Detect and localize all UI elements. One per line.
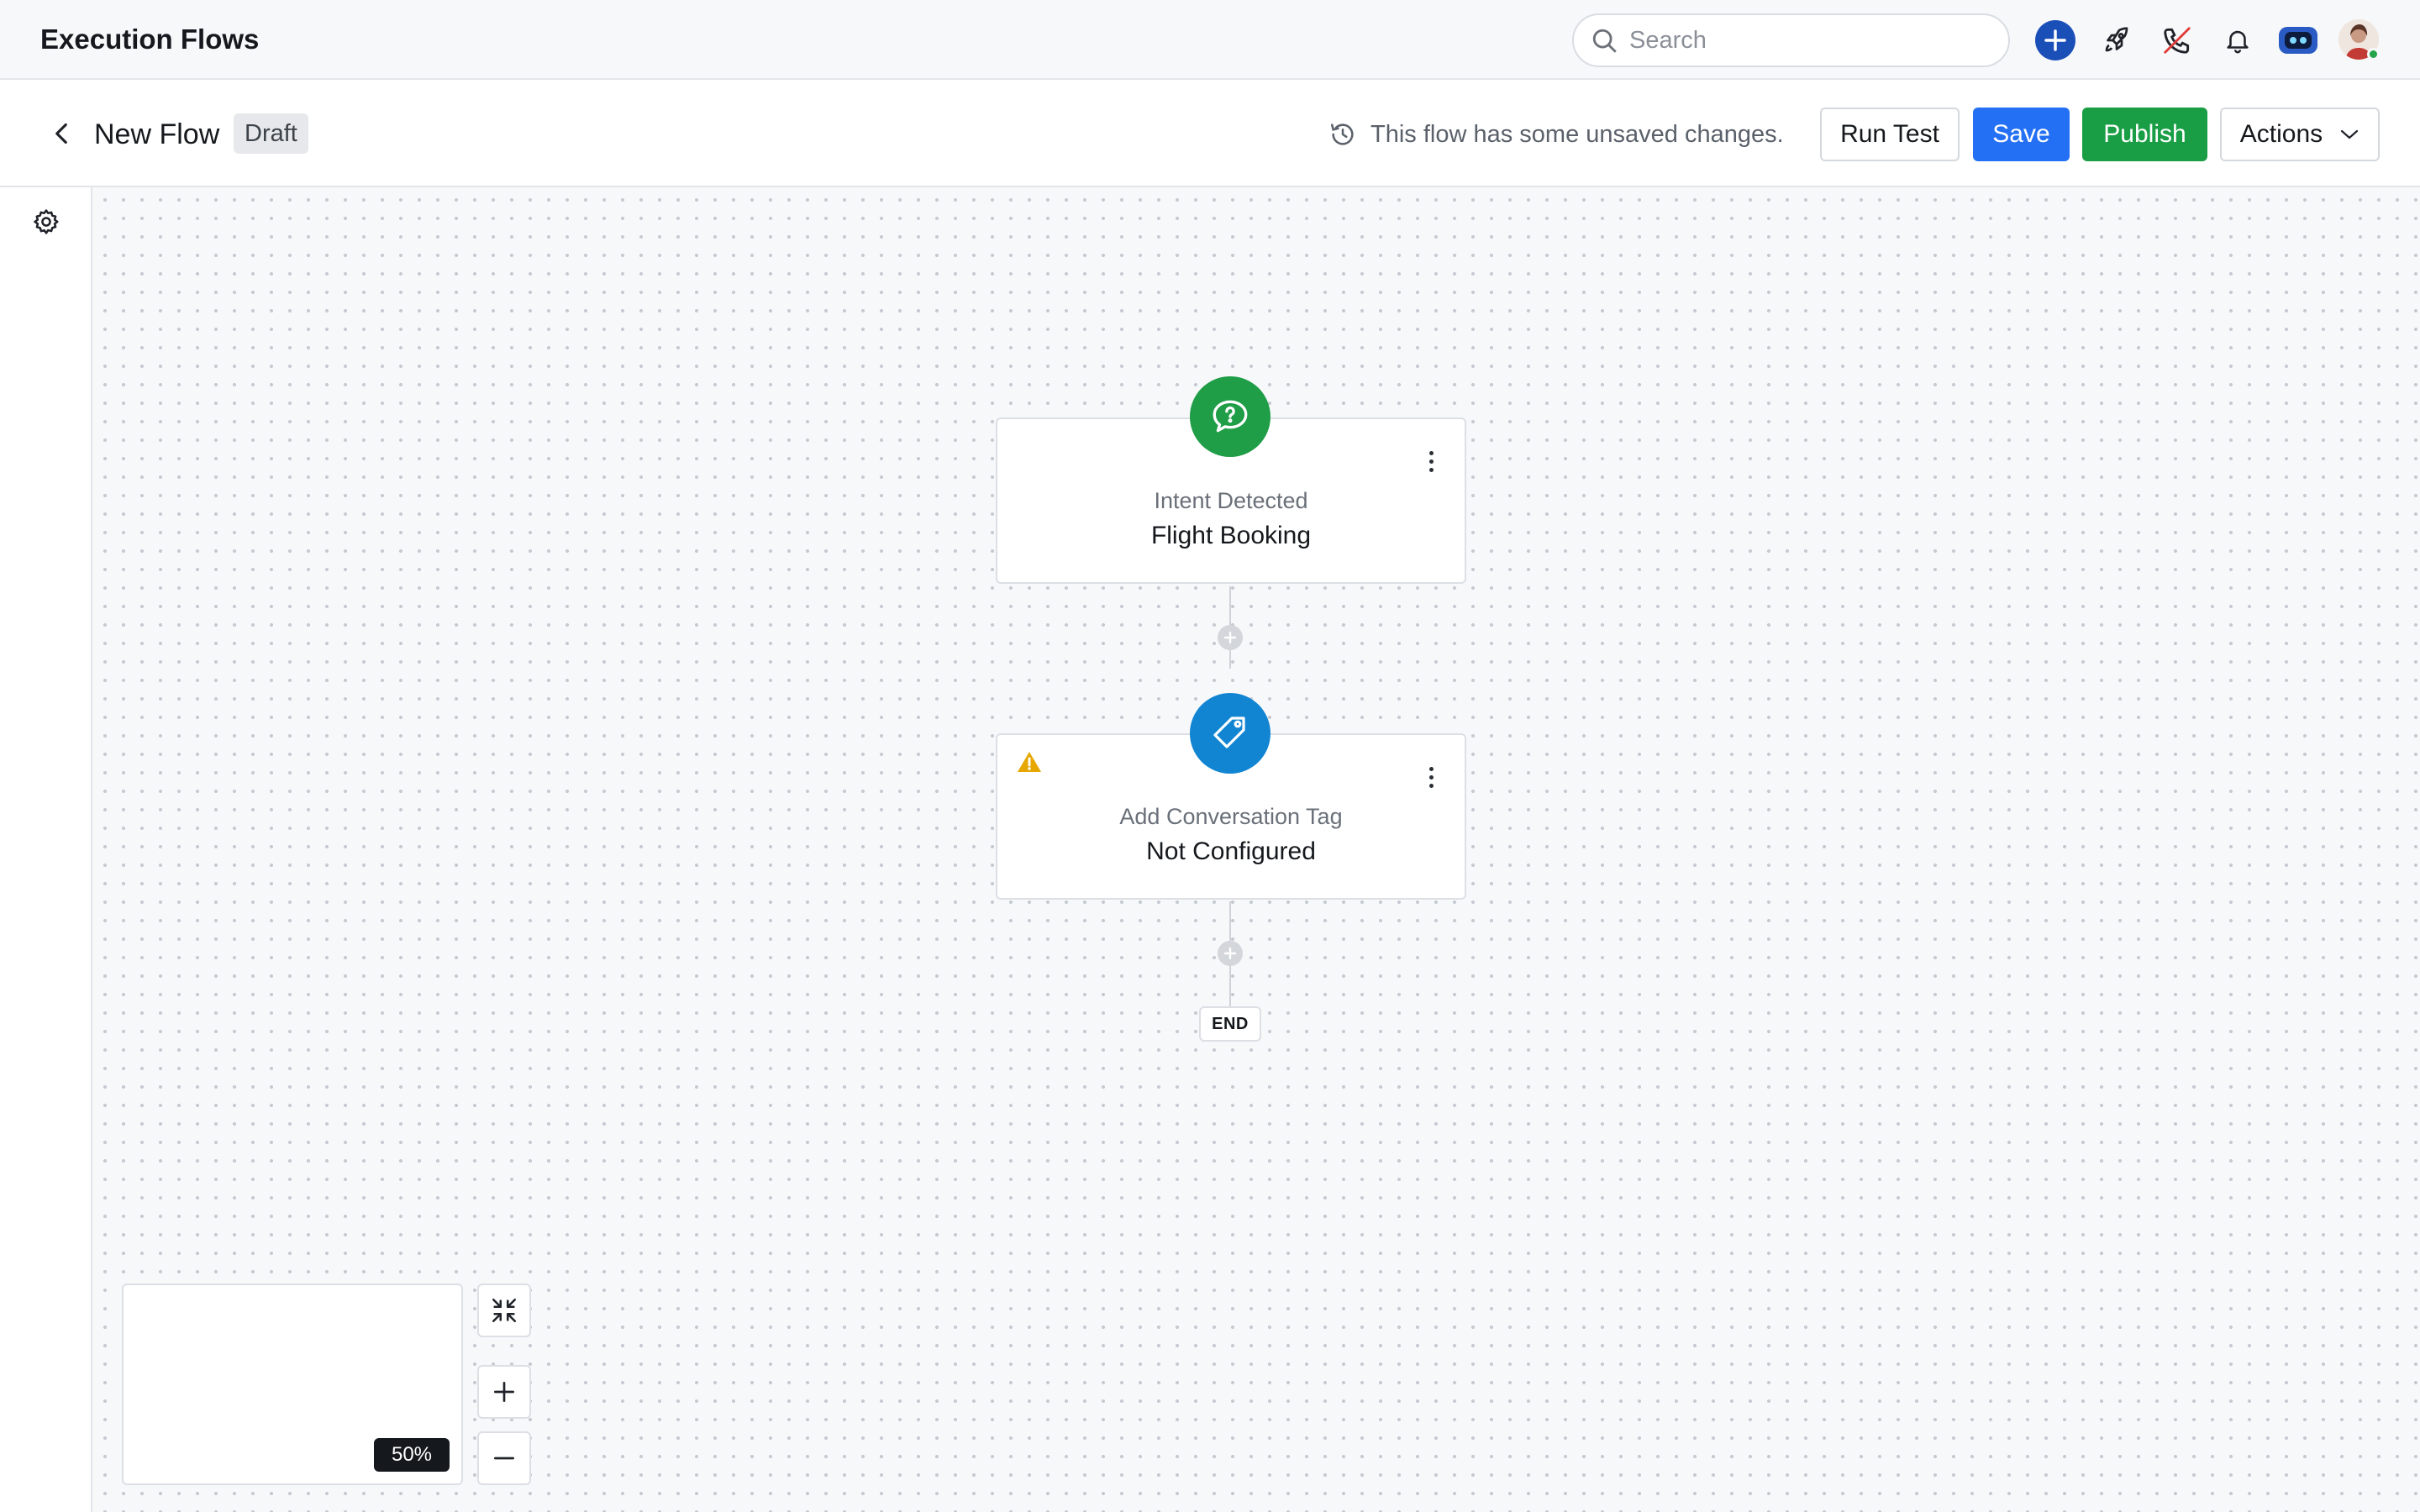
unsaved-message: This flow has some unsaved changes. <box>1370 120 1784 148</box>
collapse-arrows-icon <box>492 1298 517 1323</box>
back-button[interactable] <box>46 118 76 149</box>
add-step-button[interactable] <box>1218 625 1243 650</box>
minus-icon <box>494 1457 514 1460</box>
rocket-icon[interactable] <box>2096 19 2138 61</box>
chat-question-icon <box>1190 376 1270 457</box>
plus-icon <box>1223 947 1237 960</box>
node-type-label: Intent Detected <box>1154 488 1308 513</box>
node-menu-icon[interactable] <box>1423 760 1439 794</box>
flow-header: New Flow Draft This flow has some unsave… <box>0 80 2420 187</box>
add-circle-icon[interactable] <box>2034 19 2076 61</box>
end-badge: END <box>1199 1006 1261 1042</box>
run-test-button[interactable]: Run Test <box>1820 108 1960 161</box>
publish-button[interactable]: Publish <box>2082 108 2207 161</box>
bot-icon[interactable] <box>2277 19 2319 61</box>
zoom-out-button[interactable] <box>477 1431 531 1485</box>
fit-view-button[interactable] <box>477 1284 531 1337</box>
online-status-dot <box>2367 48 2380 60</box>
phone-missed-icon[interactable] <box>2156 19 2198 61</box>
top-app-bar: Execution Flows <box>0 0 2420 80</box>
plus-icon <box>1223 631 1237 644</box>
search-input[interactable] <box>1629 24 1991 57</box>
minimap[interactable]: 50% <box>122 1284 463 1485</box>
actions-dropdown[interactable]: Actions <box>2220 108 2380 161</box>
save-button[interactable]: Save <box>1973 108 2070 161</box>
zoom-in-button[interactable] <box>477 1365 531 1419</box>
node-type-label: Add Conversation Tag <box>1119 804 1343 829</box>
add-step-button[interactable] <box>1218 941 1243 966</box>
chevron-left-icon <box>55 123 67 144</box>
chevron-down-icon <box>2341 129 2359 139</box>
unsaved-changes-notice: This flow has some unsaved changes. <box>1328 120 1784 149</box>
tag-icon <box>1190 693 1270 774</box>
node-value: Flight Booking <box>1150 522 1312 549</box>
settings-gear-icon[interactable] <box>32 207 60 240</box>
node-menu-icon[interactable] <box>1423 444 1439 478</box>
actions-label: Actions <box>2239 120 2323 148</box>
node-value: Not Configured <box>1146 837 1316 865</box>
flow-canvas[interactable]: Intent Detected Flight Booking Add Conve… <box>92 187 2420 1512</box>
flow-name[interactable]: New Flow <box>94 118 219 151</box>
history-icon <box>1330 123 1354 145</box>
app-title: Execution Flows <box>40 24 260 55</box>
bell-icon[interactable] <box>2217 19 2259 61</box>
plus-icon <box>494 1382 514 1402</box>
left-rail <box>0 187 92 1512</box>
search-icon <box>1592 29 1617 53</box>
warning-icon <box>1018 752 1041 772</box>
status-badge: Draft <box>234 113 308 154</box>
search-box[interactable] <box>1572 13 2010 67</box>
zoom-level-label: 50% <box>374 1438 450 1472</box>
